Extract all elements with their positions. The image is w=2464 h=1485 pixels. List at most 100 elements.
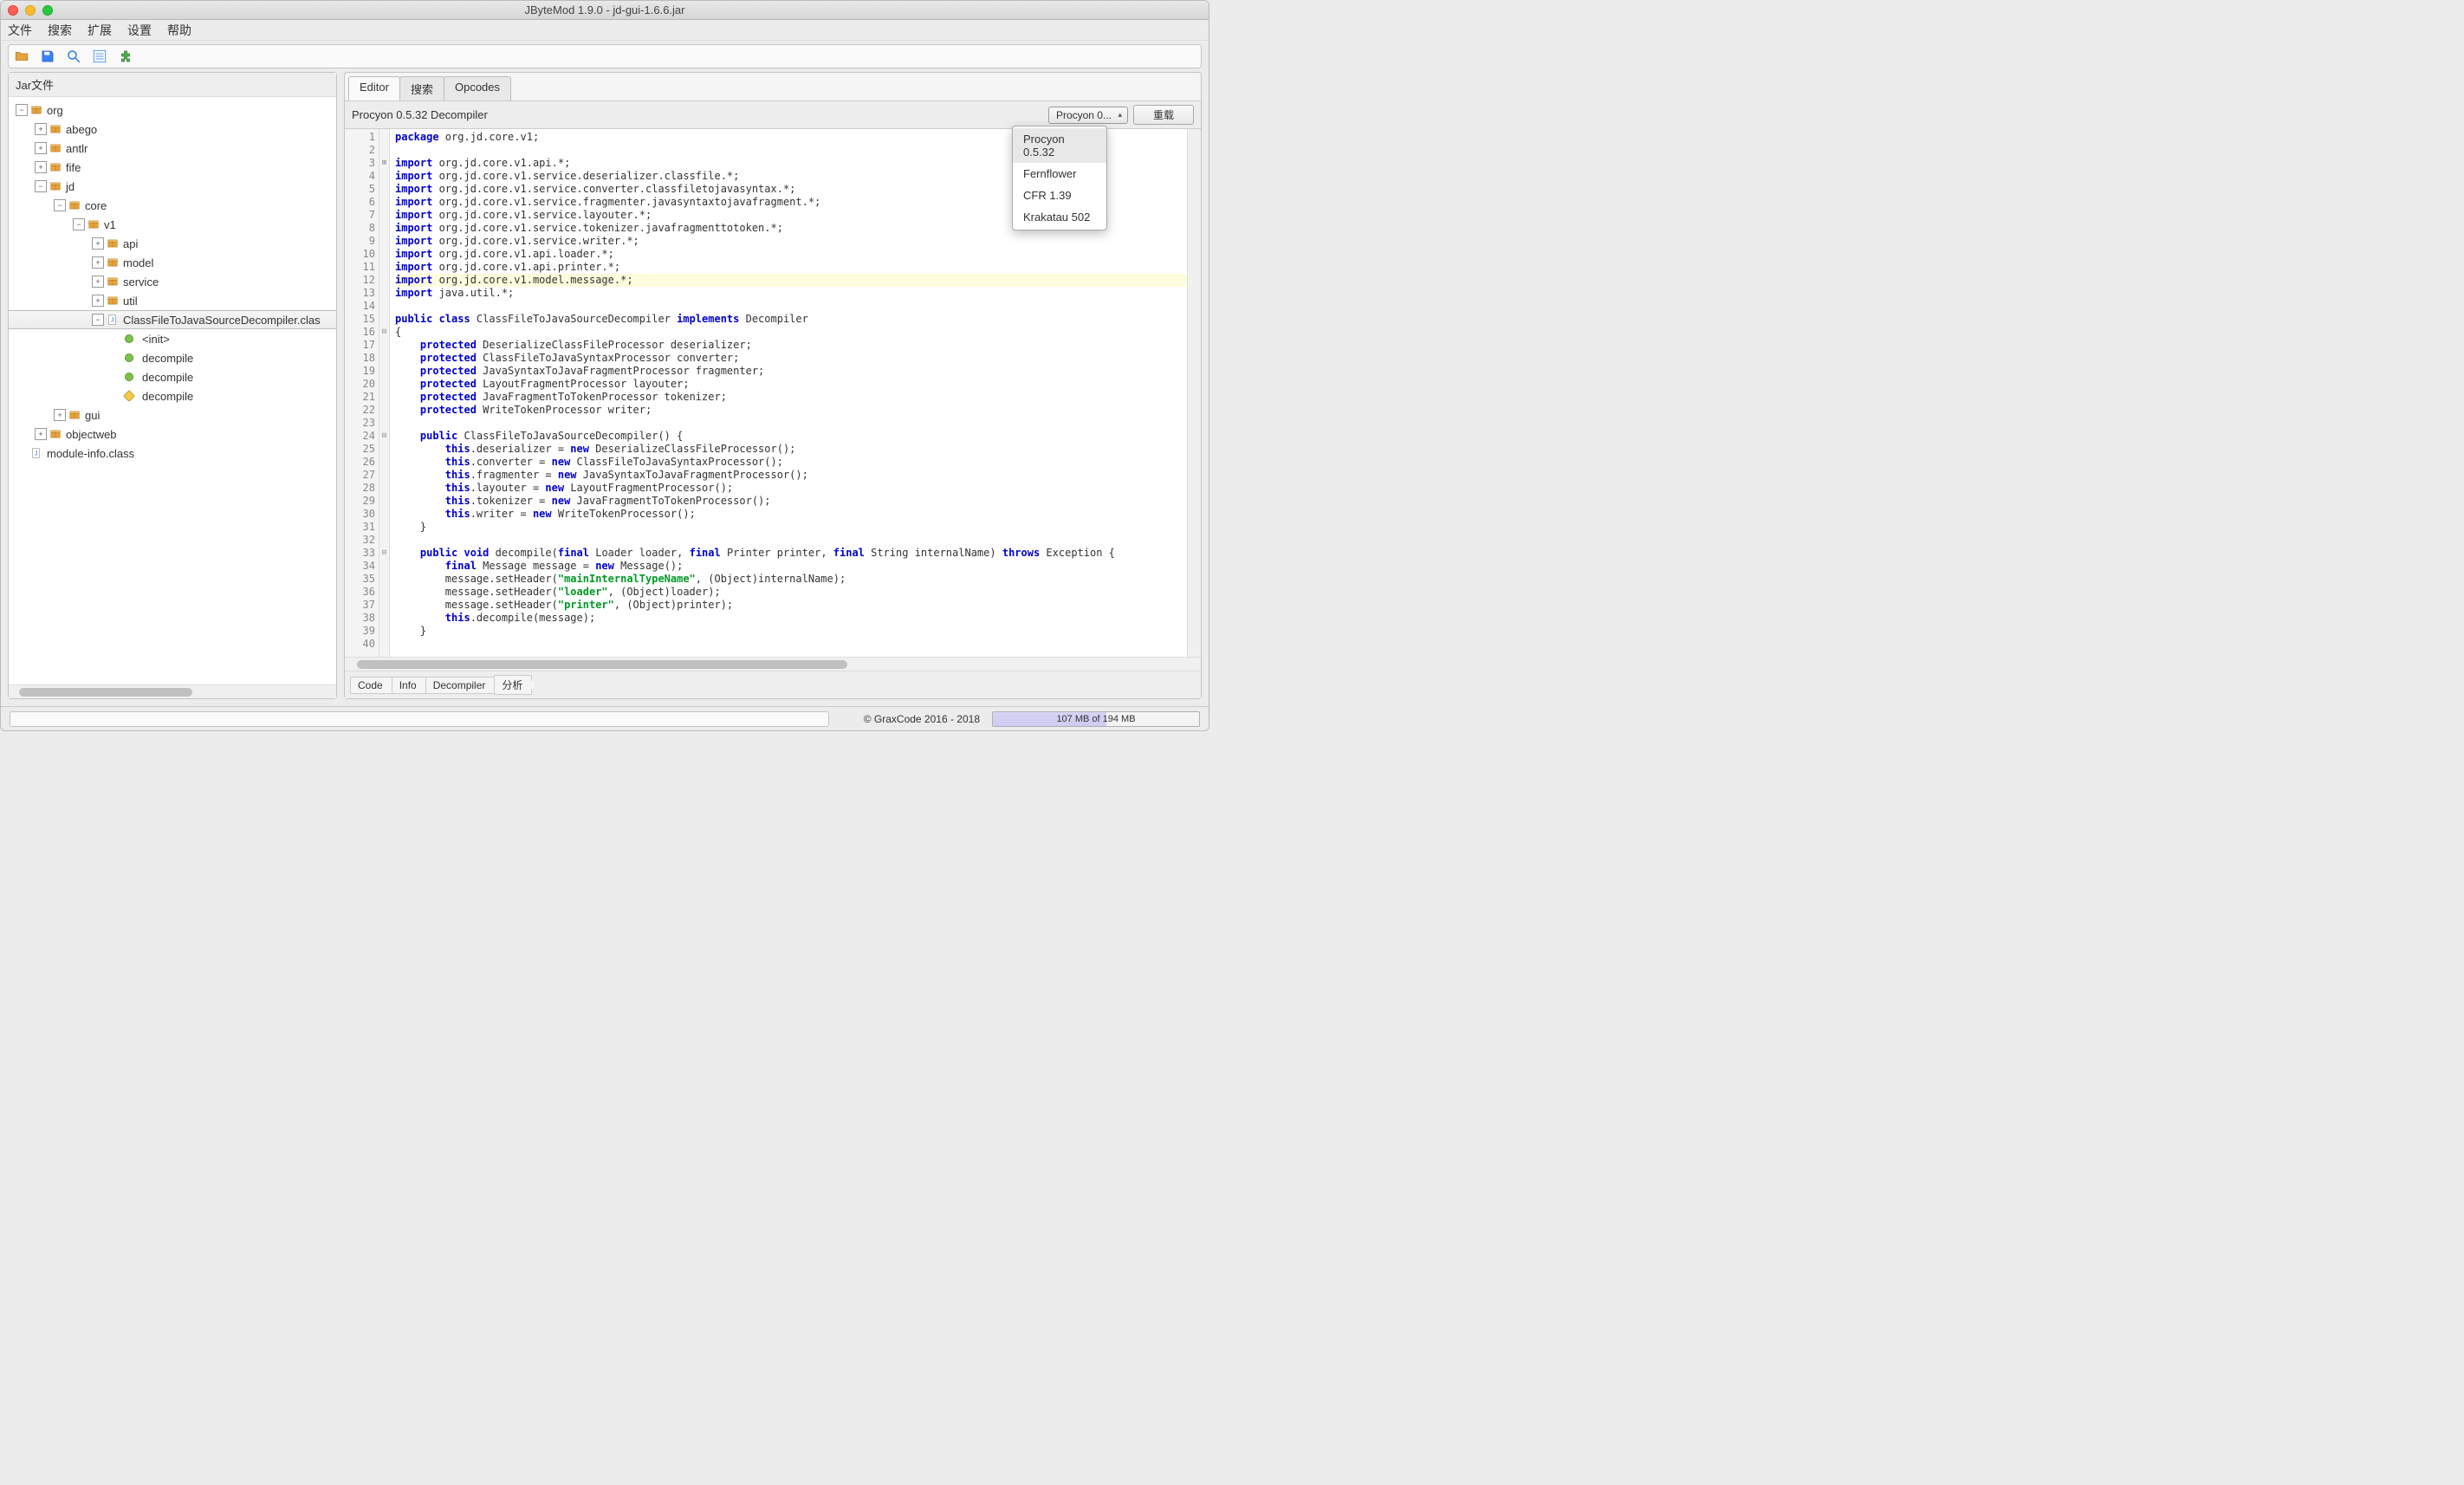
copyright-label: © GraxCode 2016 - 2018: [864, 713, 980, 725]
tree-node-api[interactable]: + api: [9, 234, 336, 253]
code-line-11: import org.jd.core.v1.api.printer.*;: [395, 261, 1187, 274]
code-vscrollbar[interactable]: [1187, 129, 1201, 657]
menu-item-0[interactable]: 文件: [8, 22, 32, 39]
tree-node-abego[interactable]: + abego: [9, 120, 336, 139]
tree-node-org[interactable]: −org: [9, 101, 336, 120]
dropdown-item-2[interactable]: CFR 1.39: [1013, 185, 1106, 206]
package-icon: [106, 256, 120, 269]
crumb-分析[interactable]: 分析: [494, 675, 532, 695]
package-icon: [49, 427, 62, 441]
package-icon: [29, 103, 43, 117]
expand-icon[interactable]: +: [92, 237, 104, 250]
tree-node-core[interactable]: −core: [9, 196, 336, 215]
tree-label: module-info.class: [47, 447, 134, 460]
tree-node-<init>[interactable]: <init>: [9, 329, 336, 348]
code-line-28: this.layouter = new LayoutFragmentProces…: [395, 482, 1187, 495]
memory-bar[interactable]: 107 MB of 194 MB: [992, 711, 1200, 727]
tree-label: util: [123, 295, 138, 308]
crumb-Code[interactable]: Code: [350, 677, 392, 694]
close-icon[interactable]: [8, 5, 18, 16]
tree-label: v1: [104, 218, 116, 231]
tree-node-decompile[interactable]: decompile: [9, 348, 336, 367]
titlebar: JByteMod 1.9.0 - jd-gui-1.6.6.jar: [1, 1, 1209, 20]
right-pane: Editor搜索Opcodes Procyon 0.5.32 Decompile…: [344, 72, 1202, 699]
expand-icon[interactable]: +: [92, 276, 104, 288]
open-icon[interactable]: [14, 49, 29, 64]
crumb-Decompiler[interactable]: Decompiler: [425, 677, 496, 694]
tree-node-v1[interactable]: − v1: [9, 215, 336, 234]
memory-text: 107 MB of 194 MB: [993, 712, 1199, 726]
tree-node-ClassFileToJavaSourceDecompiler.clas[interactable]: −JClassFileToJavaSourceDecompiler.clas: [9, 310, 336, 329]
search-icon[interactable]: [66, 49, 81, 64]
tab-Editor[interactable]: Editor: [348, 76, 400, 101]
plugin-icon[interactable]: [118, 49, 133, 64]
decompiler-label: Procyon 0.5.32 Decompiler: [352, 108, 488, 121]
tree-node-decompile[interactable]: decompile: [9, 367, 336, 386]
tree-node-model[interactable]: +model: [9, 253, 336, 272]
tree-label: abego: [66, 123, 97, 136]
code-line-18: protected ClassFileToJavaSyntaxProcessor…: [395, 352, 1187, 365]
code-line-19: protected JavaSyntaxToJavaFragmentProces…: [395, 365, 1187, 378]
collapse-icon[interactable]: −: [73, 218, 85, 230]
tree-label: api: [123, 237, 138, 250]
tree-node-util[interactable]: + util: [9, 291, 336, 310]
package-icon: [49, 122, 62, 136]
tree-node-objectweb[interactable]: + objectweb: [9, 425, 336, 444]
method-public-icon: [125, 370, 139, 384]
menu-item-2[interactable]: 扩展: [88, 22, 112, 39]
package-icon: [49, 141, 62, 155]
tree-label: antlr: [66, 142, 88, 155]
app-window: JByteMod 1.9.0 - jd-gui-1.6.6.jar 文件搜索扩展…: [0, 0, 1209, 731]
expand-icon[interactable]: +: [92, 295, 104, 307]
expand-icon[interactable]: +: [35, 161, 47, 173]
expand-icon[interactable]: +: [54, 409, 66, 421]
class-icon: J: [29, 446, 43, 460]
tree-node-fife[interactable]: +fife: [9, 158, 336, 177]
code-line-38: this.decompile(message);: [395, 612, 1187, 625]
expand-icon[interactable]: +: [92, 256, 104, 269]
code-line-12: import org.jd.core.v1.model.message.*;: [395, 274, 1187, 287]
menu-item-1[interactable]: 搜索: [48, 22, 72, 39]
save-icon[interactable]: [40, 49, 55, 64]
tree-node-jd[interactable]: −jd: [9, 177, 336, 196]
fold-gutter[interactable]: ⊞⊟⊟⊟: [379, 129, 390, 657]
tree-hscrollbar[interactable]: [9, 684, 336, 698]
menu-item-4[interactable]: 帮助: [167, 22, 191, 39]
dropdown-item-1[interactable]: Fernflower: [1013, 163, 1106, 185]
code-hscrollbar[interactable]: [345, 657, 1201, 671]
package-icon: [49, 160, 62, 174]
minimize-icon[interactable]: [25, 5, 36, 16]
window-controls: [8, 5, 53, 16]
code-line-23: [395, 417, 1187, 430]
tree-node-antlr[interactable]: + antlr: [9, 139, 336, 158]
reload-button[interactable]: 重载: [1133, 105, 1194, 125]
code-line-29: this.tokenizer = new JavaFragmentToToken…: [395, 495, 1187, 508]
expand-icon[interactable]: +: [35, 142, 47, 154]
tab-搜索[interactable]: 搜索: [399, 76, 444, 101]
tree-node-decompile[interactable]: decompile: [9, 386, 336, 405]
tab-Opcodes[interactable]: Opcodes: [444, 76, 511, 101]
tree-scroll[interactable]: −org+abego+antlr+fife−jd−core−v1+api+mod…: [9, 97, 336, 684]
crumb-Info[interactable]: Info: [392, 677, 426, 694]
list-icon[interactable]: [92, 49, 107, 64]
expand-icon[interactable]: +: [35, 428, 47, 440]
breadcrumb: CodeInfoDecompiler分析: [345, 671, 1201, 698]
tree-node-service[interactable]: +service: [9, 272, 336, 291]
collapse-icon[interactable]: −: [35, 180, 47, 192]
code-line-20: protected LayoutFragmentProcessor layout…: [395, 378, 1187, 391]
code-line-22: protected WriteTokenProcessor writer;: [395, 404, 1187, 417]
code-line-37: message.setHeader("printer", (Object)pri…: [395, 599, 1187, 612]
expand-icon[interactable]: +: [35, 123, 47, 135]
tree-label: objectweb: [66, 428, 117, 441]
decompiler-combo[interactable]: Procyon 0...: [1048, 107, 1128, 124]
collapse-icon[interactable]: −: [92, 314, 104, 326]
menu-item-3[interactable]: 设置: [127, 22, 152, 39]
toggle-spacer: [111, 352, 123, 364]
collapse-icon[interactable]: −: [54, 199, 66, 211]
tree-node-module-info.class[interactable]: Jmodule-info.class: [9, 444, 336, 463]
maximize-icon[interactable]: [42, 5, 53, 16]
collapse-icon[interactable]: −: [16, 104, 28, 116]
dropdown-item-3[interactable]: Krakatau 502: [1013, 206, 1106, 228]
tree-node-gui[interactable]: +gui: [9, 405, 336, 425]
dropdown-item-0[interactable]: Procyon 0.5.32: [1013, 128, 1106, 163]
